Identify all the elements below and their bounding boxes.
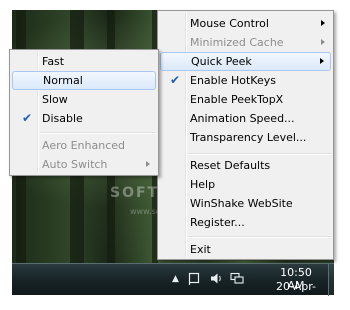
clock-date[interactable]: 20-Apr-13 (270, 280, 322, 306)
menu-separator (188, 153, 331, 155)
submenu-arrow-icon (320, 58, 324, 64)
menu-item-label: Slow (42, 93, 68, 106)
flag-icon[interactable] (188, 272, 201, 288)
submenu-item-normal[interactable]: Normal (12, 71, 156, 90)
menu-item-minimized-cache: Minimized Cache (160, 33, 331, 52)
menu-item-label: Auto Switch (42, 158, 108, 171)
checkmark-icon: ✔ (21, 111, 33, 125)
menu-item-label: Quick Peek (191, 55, 252, 68)
show-hidden-icons-arrow-icon[interactable]: ▲ (172, 272, 179, 286)
menu-item-label: Fast (42, 55, 65, 68)
menu-item-mouse-control[interactable]: Mouse Control (160, 14, 331, 33)
menu-item-label: Minimized Cache (190, 36, 284, 49)
menu-item-label: Aero Enhanced (42, 139, 126, 152)
submenu-arrow-icon (321, 39, 325, 45)
show-desktop-button[interactable] (328, 264, 334, 296)
menu-separator (188, 236, 331, 238)
submenu-item-aero-enhanced: Aero Enhanced (12, 136, 156, 155)
menu-item-help[interactable]: Help (160, 175, 331, 194)
submenu-item-disable[interactable]: ✔ Disable (12, 109, 156, 128)
submenu-arrow-icon (321, 20, 325, 26)
main-context-menu: Mouse Control Minimized Cache Quick Peek… (157, 10, 334, 260)
submenu-item-fast[interactable]: Fast (12, 52, 156, 71)
menu-item-quick-peek[interactable]: Quick Peek (160, 52, 331, 71)
submenu-item-auto-switch: Auto Switch (12, 155, 156, 174)
menu-item-exit[interactable]: Exit (160, 240, 331, 259)
network-icon[interactable] (230, 272, 244, 288)
menu-item-label: Animation Speed... (190, 112, 295, 125)
quick-peek-submenu: Fast Normal Slow ✔ Disable Aero Enhanced… (9, 49, 159, 176)
submenu-item-slow[interactable]: Slow (12, 90, 156, 109)
menu-item-label: Transparency Level... (190, 131, 307, 144)
menu-item-label: Mouse Control (190, 17, 269, 30)
menu-item-enable-hotkeys[interactable]: ✔ Enable HotKeys (160, 71, 331, 90)
menu-item-animation-speed[interactable]: Animation Speed... (160, 109, 331, 128)
menu-item-label: WinShake WebSite (190, 197, 293, 210)
menu-item-reset-defaults[interactable]: Reset Defaults (160, 156, 331, 175)
menu-item-label: Disable (42, 112, 83, 125)
menu-item-winshake-website[interactable]: WinShake WebSite (160, 194, 331, 213)
volume-icon[interactable] (210, 272, 223, 288)
menu-item-enable-peektopx[interactable]: Enable PeekTopX (160, 90, 331, 109)
menu-item-label: Help (190, 178, 216, 191)
menu-item-transparency-level[interactable]: Transparency Level... (160, 128, 331, 147)
menu-item-label: Exit (190, 243, 211, 256)
menu-item-label: Register... (190, 216, 245, 229)
menu-item-label: Normal (43, 74, 83, 87)
menu-item-register[interactable]: Register... (160, 213, 331, 232)
submenu-arrow-icon (146, 161, 150, 167)
menu-item-label: Enable PeekTopX (190, 93, 284, 106)
menu-item-label: Reset Defaults (190, 159, 271, 172)
taskbar: ▲ 10:50 AM 20-Apr-13 (12, 263, 334, 306)
menu-item-label: Enable HotKeys (190, 74, 276, 87)
checkmark-icon: ✔ (169, 73, 181, 87)
menu-separator (40, 132, 156, 134)
